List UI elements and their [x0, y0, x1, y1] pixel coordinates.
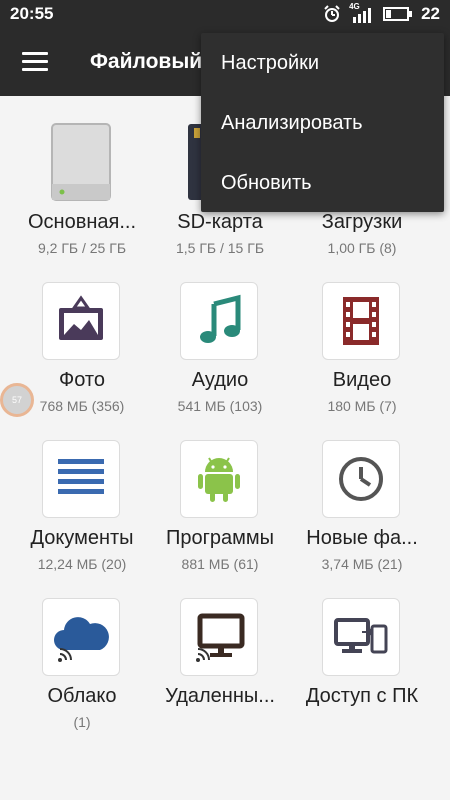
alarm-icon [324, 5, 340, 22]
film-strip-icon [322, 282, 400, 360]
cloud-icon [42, 598, 120, 676]
tile-label: Новые фа... [306, 527, 418, 549]
tile-label: Удаленны... [165, 685, 275, 707]
tile-info: (1) [73, 714, 91, 730]
music-note-icon [180, 282, 258, 360]
pc-to-phone-icon [322, 598, 400, 676]
clock-icon [322, 440, 400, 518]
tile-label: Загрузки [321, 211, 403, 233]
signal-icon: 4G [349, 2, 375, 23]
tile-label: Видео [332, 369, 392, 391]
tile-label: Программы [165, 527, 275, 549]
tile-label: Облако [47, 685, 117, 707]
tile-label: Основная... [27, 211, 137, 233]
tile-pc-access[interactable]: Доступ с ПК [287, 570, 437, 728]
tile-video[interactable]: Видео 180 МБ (7) [287, 254, 437, 414]
battery-icon [383, 7, 413, 21]
menu-item-settings[interactable]: Настройки [201, 33, 444, 93]
battery-level: 22 [421, 4, 440, 23]
android-icon [180, 440, 258, 518]
status-bar: 20:55 4G 22 [0, 0, 450, 28]
tile-documents[interactable]: Документы 12,24 МБ (20) [7, 412, 157, 572]
tile-label: Документы [30, 527, 134, 549]
document-lines-icon [42, 440, 120, 518]
menu-item-refresh[interactable]: Обновить [201, 153, 444, 213]
tile-label: Аудио [191, 369, 249, 391]
hdd-icon [42, 123, 120, 202]
tile-label: Доступ с ПК [305, 685, 419, 707]
menu-icon[interactable] [22, 52, 48, 72]
status-icons: 4G 22 [323, 2, 440, 24]
tile-recent-files[interactable]: Новые фа... 3,74 МБ (21) [287, 412, 437, 572]
remote-monitor-icon [180, 598, 258, 676]
tile-audio[interactable]: Аудио 541 МБ (103) [145, 254, 295, 414]
status-time: 20:55 [10, 4, 54, 23]
floating-progress-bubble[interactable]: 57 [0, 383, 34, 417]
photo-frame-icon [42, 282, 120, 360]
tile-label: SD-карта [177, 211, 263, 233]
overflow-menu: Настройки Анализировать Обновить [201, 33, 444, 212]
tile-cloud[interactable]: Облако (1) [7, 570, 157, 730]
menu-item-analyze[interactable]: Анализировать [201, 93, 444, 153]
tile-internal-storage[interactable]: Основная... 9,2 ГБ / 25 ГБ [7, 96, 157, 256]
tile-apps[interactable]: Программы 881 МБ (61) [145, 412, 295, 572]
tile-remote[interactable]: Удаленны... [145, 570, 295, 728]
